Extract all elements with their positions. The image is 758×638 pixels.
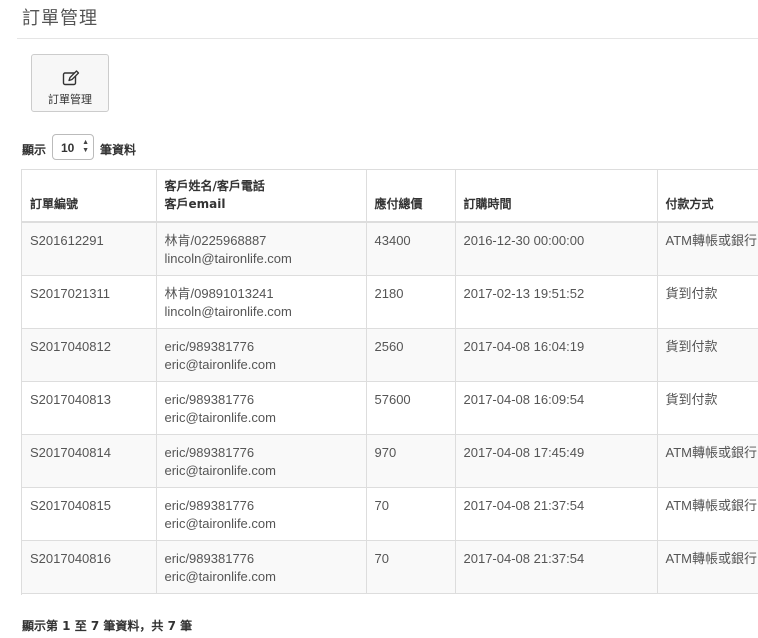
cell-email: lincoln@taironlife.com	[164, 303, 292, 319]
cell-total: 43400	[366, 222, 456, 276]
table-row[interactable]: S2017040814 eric/989381776 eric@taironlif…	[22, 434, 758, 488]
header-customer[interactable]: 客戶姓名/客戶電話 客戶email	[156, 170, 367, 223]
header-order-no[interactable]: 訂單編號	[22, 170, 157, 223]
page-title: 訂單管理	[22, 8, 98, 29]
sort-arrows-icon: ▲ ▼	[82, 139, 89, 154]
header-customer-line2: 客戶email	[164, 197, 226, 211]
cell-order-no: S2017021311	[22, 275, 157, 329]
cell-total: 2180	[366, 275, 456, 329]
cell-order-time: 2017-04-08 21:37:54	[455, 540, 658, 594]
cell-email: eric@taironlife.com	[164, 356, 276, 372]
cell-customer: eric/989381776 eric@taironlife.com	[156, 540, 367, 594]
title-divider	[17, 38, 758, 39]
cell-contact: eric/989381776	[164, 444, 255, 460]
cell-customer: 林肯/09891013241 lincoln@taironlife.com	[156, 275, 367, 329]
header-order-time[interactable]: 訂購時間	[455, 170, 658, 223]
cell-email: eric@taironlife.com	[164, 409, 276, 425]
cell-order-no: S2017040813	[22, 381, 157, 435]
cell-payment: 貨到付款	[657, 381, 758, 435]
cell-email: eric@taironlife.com	[164, 515, 276, 531]
cell-total: 70	[366, 487, 456, 541]
cell-order-time: 2016-12-30 00:00:00	[455, 222, 658, 276]
order-management-button-label: 訂單管理	[48, 93, 92, 106]
table-row[interactable]: S2017040812 eric/989381776 eric@taironlif…	[22, 328, 758, 382]
cell-email: eric@taironlife.com	[164, 568, 276, 584]
cell-payment: ATM轉帳或銀行匯款	[657, 540, 758, 594]
cell-customer: eric/989381776 eric@taironlife.com	[156, 328, 367, 382]
cell-contact: eric/989381776	[164, 497, 255, 513]
cell-payment: ATM轉帳或銀行匯款	[657, 434, 758, 488]
table-header-row: 訂單編號 客戶姓名/客戶電話 客戶email 應付總價 訂購時間 付款方式	[22, 170, 758, 223]
table-row[interactable]: S2017040816 eric/989381776 eric@taironlif…	[22, 540, 758, 594]
cell-contact: eric/989381776	[164, 391, 255, 407]
cell-customer: eric/989381776 eric@taironlife.com	[156, 381, 367, 435]
cell-payment: 貨到付款	[657, 328, 758, 382]
cell-payment: ATM轉帳或銀行匯款	[657, 222, 758, 276]
cell-order-time: 2017-04-08 16:04:19	[455, 328, 658, 382]
cell-contact: eric/989381776	[164, 338, 255, 354]
table-row[interactable]: S2017021311 林肯/09891013241 lincoln@tairon…	[22, 275, 758, 329]
cell-contact: 林肯/0225968887	[164, 233, 267, 248]
table-row[interactable]: S201612291 林肯/0225968887 lincoln@taironli…	[22, 222, 758, 276]
cell-order-time: 2017-04-08 21:37:54	[455, 487, 658, 541]
header-payment[interactable]: 付款方式	[657, 170, 758, 223]
page-length-select[interactable]: 10 ▲ ▼	[52, 134, 94, 160]
header-total[interactable]: 應付總價	[366, 170, 456, 223]
length-label-suffix: 筆資料	[100, 143, 137, 157]
cell-total: 70	[366, 540, 456, 594]
header-customer-line1: 客戶姓名/客戶電話	[164, 179, 265, 193]
table-row[interactable]: S2017040813 eric/989381776 eric@taironlif…	[22, 381, 758, 435]
cell-customer: 林肯/0225968887 lincoln@taironlife.com	[156, 222, 367, 276]
edit-icon	[62, 70, 80, 86]
cell-order-no: S201612291	[22, 222, 157, 276]
cell-order-no: S2017040815	[22, 487, 157, 541]
orders-table: 訂單編號 客戶姓名/客戶電話 客戶email 應付總價 訂購時間 付款方式 S20…	[21, 169, 758, 595]
cell-contact: eric/989381776	[164, 550, 255, 566]
cell-total: 57600	[366, 381, 456, 435]
page-length-value: 10	[61, 141, 75, 155]
table-info: 顯示第 1 至 7 筆資料，共 7 筆	[22, 619, 193, 633]
cell-order-no: S2017040812	[22, 328, 157, 382]
cell-payment: 貨到付款	[657, 275, 758, 329]
cell-order-time: 2017-02-13 19:51:52	[455, 275, 658, 329]
table-row[interactable]: S2017040815 eric/989381776 eric@taironlif…	[22, 487, 758, 541]
cell-order-time: 2017-04-08 17:45:49	[455, 434, 658, 488]
cell-email: eric@taironlife.com	[164, 462, 276, 478]
cell-customer: eric/989381776 eric@taironlife.com	[156, 487, 367, 541]
cell-email: lincoln@taironlife.com	[164, 251, 292, 266]
cell-payment: ATM轉帳或銀行匯款	[657, 487, 758, 541]
cell-customer: eric/989381776 eric@taironlife.com	[156, 434, 367, 488]
length-label-prefix: 顯示	[22, 143, 47, 157]
cell-order-time: 2017-04-08 16:09:54	[455, 381, 658, 435]
cell-contact: 林肯/09891013241	[164, 285, 274, 301]
cell-total: 2560	[366, 328, 456, 382]
order-management-button[interactable]: 訂單管理	[31, 54, 109, 112]
cell-order-no: S2017040816	[22, 540, 157, 594]
cell-order-no: S2017040814	[22, 434, 157, 488]
cell-total: 970	[366, 434, 456, 488]
